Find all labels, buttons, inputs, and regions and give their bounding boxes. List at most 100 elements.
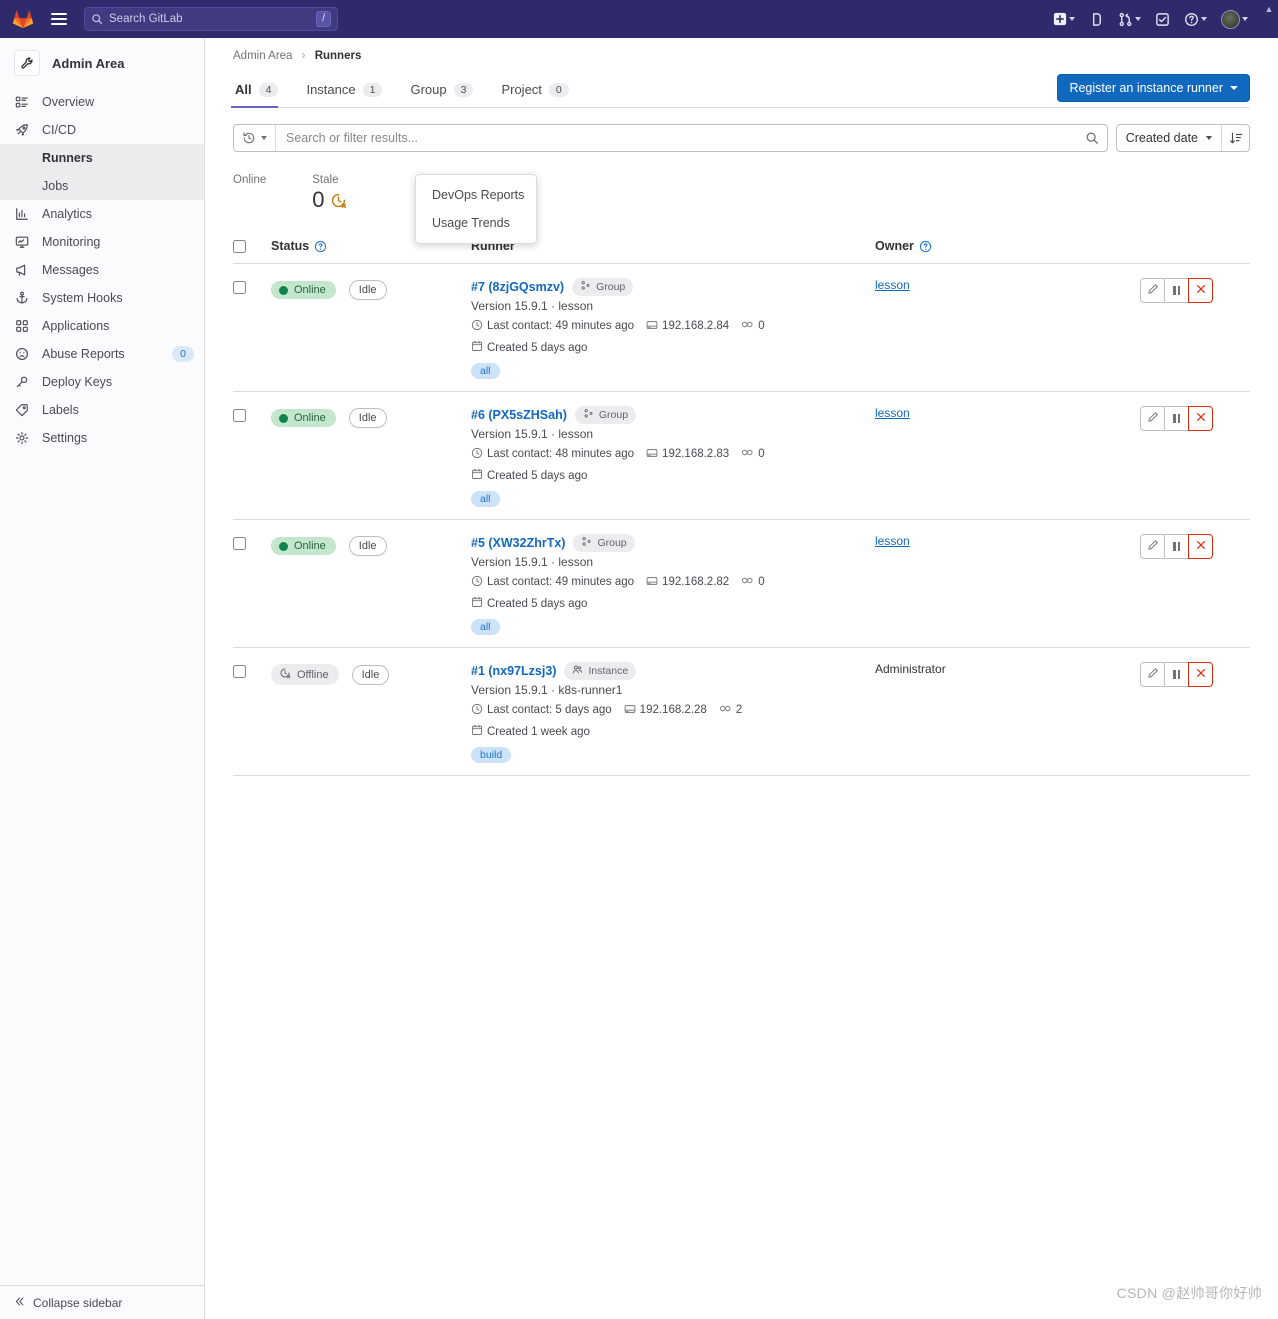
status-cell: Online Idle xyxy=(271,278,471,300)
delete-runner-button[interactable] xyxy=(1188,406,1213,431)
hamburger-menu-icon[interactable] xyxy=(46,6,72,32)
sidebar-item-label: Overview xyxy=(42,95,95,109)
sidebar-item-deploy-keys[interactable]: Deploy Keys xyxy=(0,368,204,396)
help-question-icon[interactable] xyxy=(1178,8,1213,31)
history-clock-icon xyxy=(243,132,255,144)
runner-link[interactable]: #7 (8zjGQsmzv) xyxy=(471,280,564,294)
row-select-cell xyxy=(233,406,271,422)
status-badge: Online xyxy=(271,537,336,555)
sidebar-item-overview[interactable]: Overview xyxy=(0,88,204,116)
search-submit-button[interactable] xyxy=(1077,131,1107,145)
table-row: Offline Idle #1 (nx97Lzsj3) Instance Ver… xyxy=(233,648,1250,776)
status-label: Online xyxy=(294,284,326,296)
tab-group[interactable]: Group 3 xyxy=(408,74,485,107)
sidebar-item-cicd[interactable]: CI/CD xyxy=(0,116,204,144)
question-circle-icon[interactable] xyxy=(919,240,932,253)
edit-runner-button[interactable] xyxy=(1140,406,1165,431)
runner-link[interactable]: #1 (nx97Lzsj3) xyxy=(471,664,556,678)
row-checkbox[interactable] xyxy=(233,537,246,550)
filter-toolbar: Created date xyxy=(233,124,1250,152)
runner-type-badge: Group xyxy=(572,278,634,296)
filtered-search-box[interactable] xyxy=(233,124,1108,152)
delete-runner-button[interactable] xyxy=(1188,662,1213,687)
pause-runner-button[interactable] xyxy=(1164,278,1189,303)
pause-runner-button[interactable] xyxy=(1164,534,1189,559)
sidebar-item-applications[interactable]: Applications xyxy=(0,312,204,340)
sidebar-item-labels[interactable]: Labels xyxy=(0,396,204,424)
runner-tag: build xyxy=(471,747,512,763)
ip-address-item: 192.168.2.82 xyxy=(646,575,729,590)
edit-runner-button[interactable] xyxy=(1140,278,1165,303)
pause-runner-button[interactable] xyxy=(1164,406,1189,431)
menu-item-usage-trends[interactable]: Usage Trends xyxy=(416,209,536,237)
sidebar-item-jobs[interactable]: Jobs xyxy=(0,172,204,200)
edit-runner-button[interactable] xyxy=(1140,662,1165,687)
sidebar-item-monitoring[interactable]: Monitoring xyxy=(0,228,204,256)
runner-cell: #6 (PX5sZHSah) Group Version 15.9.1 · le… xyxy=(471,406,875,507)
last-contact-text: Last contact: 49 minutes ago xyxy=(487,576,635,588)
sidebar-item-messages[interactable]: Messages xyxy=(0,256,204,284)
sort-direction-button[interactable] xyxy=(1221,125,1249,151)
row-checkbox[interactable] xyxy=(233,409,246,422)
chevron-down-icon xyxy=(1069,17,1075,21)
runner-link[interactable]: #5 (XW32ZhrTx) xyxy=(471,536,565,550)
sidebar-item-settings[interactable]: Settings xyxy=(0,424,204,452)
sidebar-item-label: Labels xyxy=(42,403,79,417)
owner-cell: lesson xyxy=(875,534,1140,548)
search-filter-input[interactable] xyxy=(276,125,1077,151)
sidebar-item-system-hooks[interactable]: System Hooks xyxy=(0,284,204,312)
last-contact-text: Last contact: 5 days ago xyxy=(487,704,612,716)
main-content: Admin Area › Runners All 4 Instance 1 Gr… xyxy=(205,38,1278,1319)
owner-link[interactable]: lesson xyxy=(875,406,910,420)
created-item: Created 1 week ago xyxy=(471,724,590,739)
avatar[interactable] xyxy=(1215,6,1254,33)
sidebar-item-abuse-reports[interactable]: Abuse Reports 0 xyxy=(0,340,204,368)
last-contact-item: Last contact: 49 minutes ago xyxy=(471,575,634,590)
delete-runner-button[interactable] xyxy=(1188,278,1213,303)
tab-project[interactable]: Project 0 xyxy=(499,74,580,107)
stat-label: Online xyxy=(233,174,267,186)
breadcrumb-current: Runners xyxy=(314,50,362,62)
menu-item-devops-reports[interactable]: DevOps Reports xyxy=(416,181,536,209)
sidebar-header[interactable]: Admin Area xyxy=(0,38,204,88)
group-icon xyxy=(581,536,592,550)
tab-instance[interactable]: Instance 1 xyxy=(304,74,394,107)
edit-runner-button[interactable] xyxy=(1140,534,1165,559)
collapse-sidebar-button[interactable]: Collapse sidebar xyxy=(0,1285,204,1319)
search-input[interactable] xyxy=(109,13,317,25)
stat-label: Stale xyxy=(312,174,339,186)
sidebar-item-label: Applications xyxy=(42,319,110,333)
search-history-button[interactable] xyxy=(234,125,276,151)
sidebar-item-label: CI/CD xyxy=(42,123,77,137)
sort-field-dropdown[interactable]: Created date xyxy=(1117,131,1221,145)
tab-all[interactable]: All 4 xyxy=(230,74,290,108)
register-instance-runner-button[interactable]: Register an instance runner xyxy=(1057,74,1250,102)
tab-count: 1 xyxy=(362,82,383,97)
last-contact-item: Last contact: 48 minutes ago xyxy=(471,447,634,462)
sidebar-item-runners[interactable]: Runners xyxy=(0,144,204,172)
breadcrumb-root[interactable]: Admin Area xyxy=(233,50,292,62)
row-checkbox[interactable] xyxy=(233,665,246,678)
owner-link[interactable]: lesson xyxy=(875,534,910,548)
question-circle-icon[interactable] xyxy=(314,240,327,253)
issues-icon[interactable] xyxy=(1083,8,1110,31)
pause-runner-button[interactable] xyxy=(1164,662,1189,687)
row-checkbox[interactable] xyxy=(233,281,246,294)
delete-runner-button[interactable] xyxy=(1188,534,1213,559)
select-all-checkbox[interactable] xyxy=(233,239,246,253)
pencil-edit-icon xyxy=(1147,282,1159,300)
todos-checkbox-icon[interactable] xyxy=(1149,8,1176,31)
new-plus-icon[interactable] xyxy=(1047,8,1081,30)
owner-link[interactable]: lesson xyxy=(875,278,910,292)
state-badge: Idle xyxy=(348,280,387,300)
global-search-box[interactable]: / xyxy=(84,7,338,31)
scroll-up-arrow[interactable]: ▲ xyxy=(1262,4,1276,14)
gitlab-logo-icon[interactable] xyxy=(10,6,36,32)
chevron-down-icon xyxy=(1201,17,1207,21)
label-tag-icon xyxy=(14,402,30,418)
sidebar-item-analytics[interactable]: Analytics xyxy=(0,200,204,228)
runner-link[interactable]: #6 (PX5sZHSah) xyxy=(471,408,567,422)
stat-online: Online xyxy=(233,174,266,213)
merge-requests-icon[interactable] xyxy=(1112,8,1147,31)
jobs-count-text: 0 xyxy=(758,576,765,588)
